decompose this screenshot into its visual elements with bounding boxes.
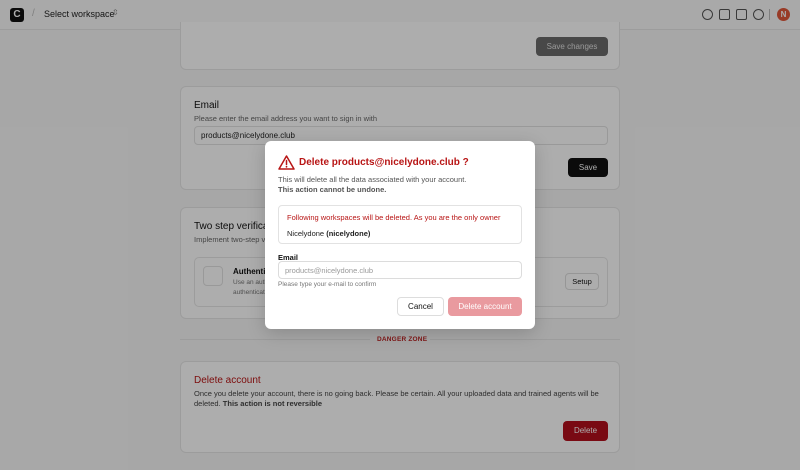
workspace-item: Nicelydone (nicelydone) — [287, 229, 370, 238]
modal-warning: This action cannot be undone. — [278, 185, 387, 194]
email-hint: Please type your e-mail to confirm — [278, 281, 377, 288]
delete-account-modal: Delete products@nicelydone.club ? This w… — [265, 141, 535, 329]
modal-title: Delete products@nicelydone.club ? — [299, 157, 469, 168]
workspace-slug: (nicelydone) — [326, 229, 371, 238]
warning-icon — [278, 155, 295, 170]
workspace-name: Nicelydone — [287, 229, 325, 238]
modal-description: This will delete all the data associated… — [278, 175, 467, 184]
workspace-warning-box: Following workspaces will be deleted. As… — [278, 205, 522, 244]
cancel-button[interactable]: Cancel — [397, 297, 444, 316]
workspace-warning-text: Following workspaces will be deleted. As… — [287, 213, 501, 222]
delete-account-button[interactable]: Delete account — [448, 297, 522, 316]
confirm-email-input[interactable] — [278, 261, 522, 279]
